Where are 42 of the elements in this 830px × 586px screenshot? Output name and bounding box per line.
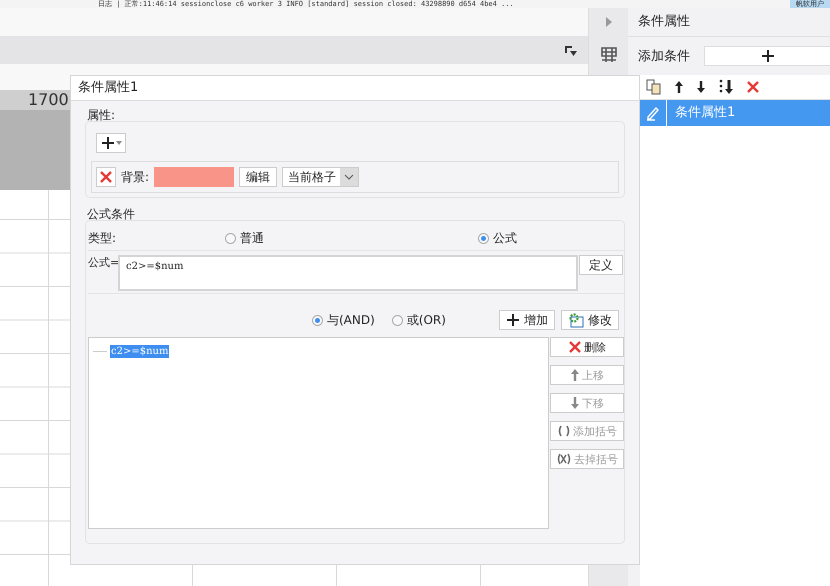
- formula-label: 公式=: [88, 255, 118, 270]
- panel-title: 条件属性: [628, 8, 830, 37]
- delete-button[interactable]: 删除: [550, 337, 624, 357]
- edit-button[interactable]: 编辑: [239, 167, 278, 187]
- logic-radio[interactable]: 与(AND): [312, 312, 375, 328]
- remove-parentheses-icon: [556, 452, 572, 466]
- pencil-icon: [645, 105, 661, 121]
- parentheses-icon: [557, 424, 571, 438]
- delete-icon: [99, 170, 113, 184]
- add-condition-label: 添加条件: [638, 48, 690, 65]
- down-arrow-icon[interactable]: [696, 80, 706, 94]
- plus-icon: [760, 49, 774, 63]
- up-arrow-icon[interactable]: [674, 80, 684, 94]
- color-swatch[interactable]: [154, 167, 234, 187]
- logic-radio[interactable]: 或(OR): [392, 312, 446, 328]
- chevron-down-icon: [344, 174, 354, 180]
- plus-icon: [100, 136, 114, 150]
- move-to-bottom-icon[interactable]: [718, 79, 734, 95]
- copy-icon[interactable]: [646, 79, 662, 95]
- add-button[interactable]: 增加: [499, 310, 555, 330]
- type-label: 类型:: [88, 230, 118, 246]
- formula-input[interactable]: c2>=$num: [118, 255, 578, 291]
- scope-dropdown[interactable]: 当前格子: [282, 167, 360, 187]
- dropdown-menu-icon[interactable]: [564, 44, 578, 56]
- modify-button[interactable]: 修改: [561, 310, 619, 330]
- dialog-title: 条件属性1: [71, 76, 639, 101]
- grid-icon[interactable]: [600, 46, 618, 64]
- delete-icon: [568, 340, 582, 354]
- caret-icon: [116, 141, 122, 145]
- formula-condition-legend: 公式条件: [87, 206, 625, 222]
- define-button[interactable]: 定义: [579, 255, 623, 275]
- delete-icon[interactable]: [746, 80, 760, 94]
- plus-icon: [506, 313, 520, 327]
- type-radio[interactable]: 普通: [225, 230, 264, 246]
- add-attribute-button[interactable]: [96, 133, 126, 153]
- up-arrow-icon: [570, 368, 580, 382]
- gear-icon: [568, 312, 584, 328]
- remove-attribute-button[interactable]: [96, 167, 116, 187]
- down-arrow-icon: [570, 396, 580, 410]
- type-radio[interactable]: 公式: [478, 230, 517, 246]
- attributes-legend: 属性:: [87, 107, 625, 123]
- attribute-label: 背景:: [121, 168, 150, 186]
